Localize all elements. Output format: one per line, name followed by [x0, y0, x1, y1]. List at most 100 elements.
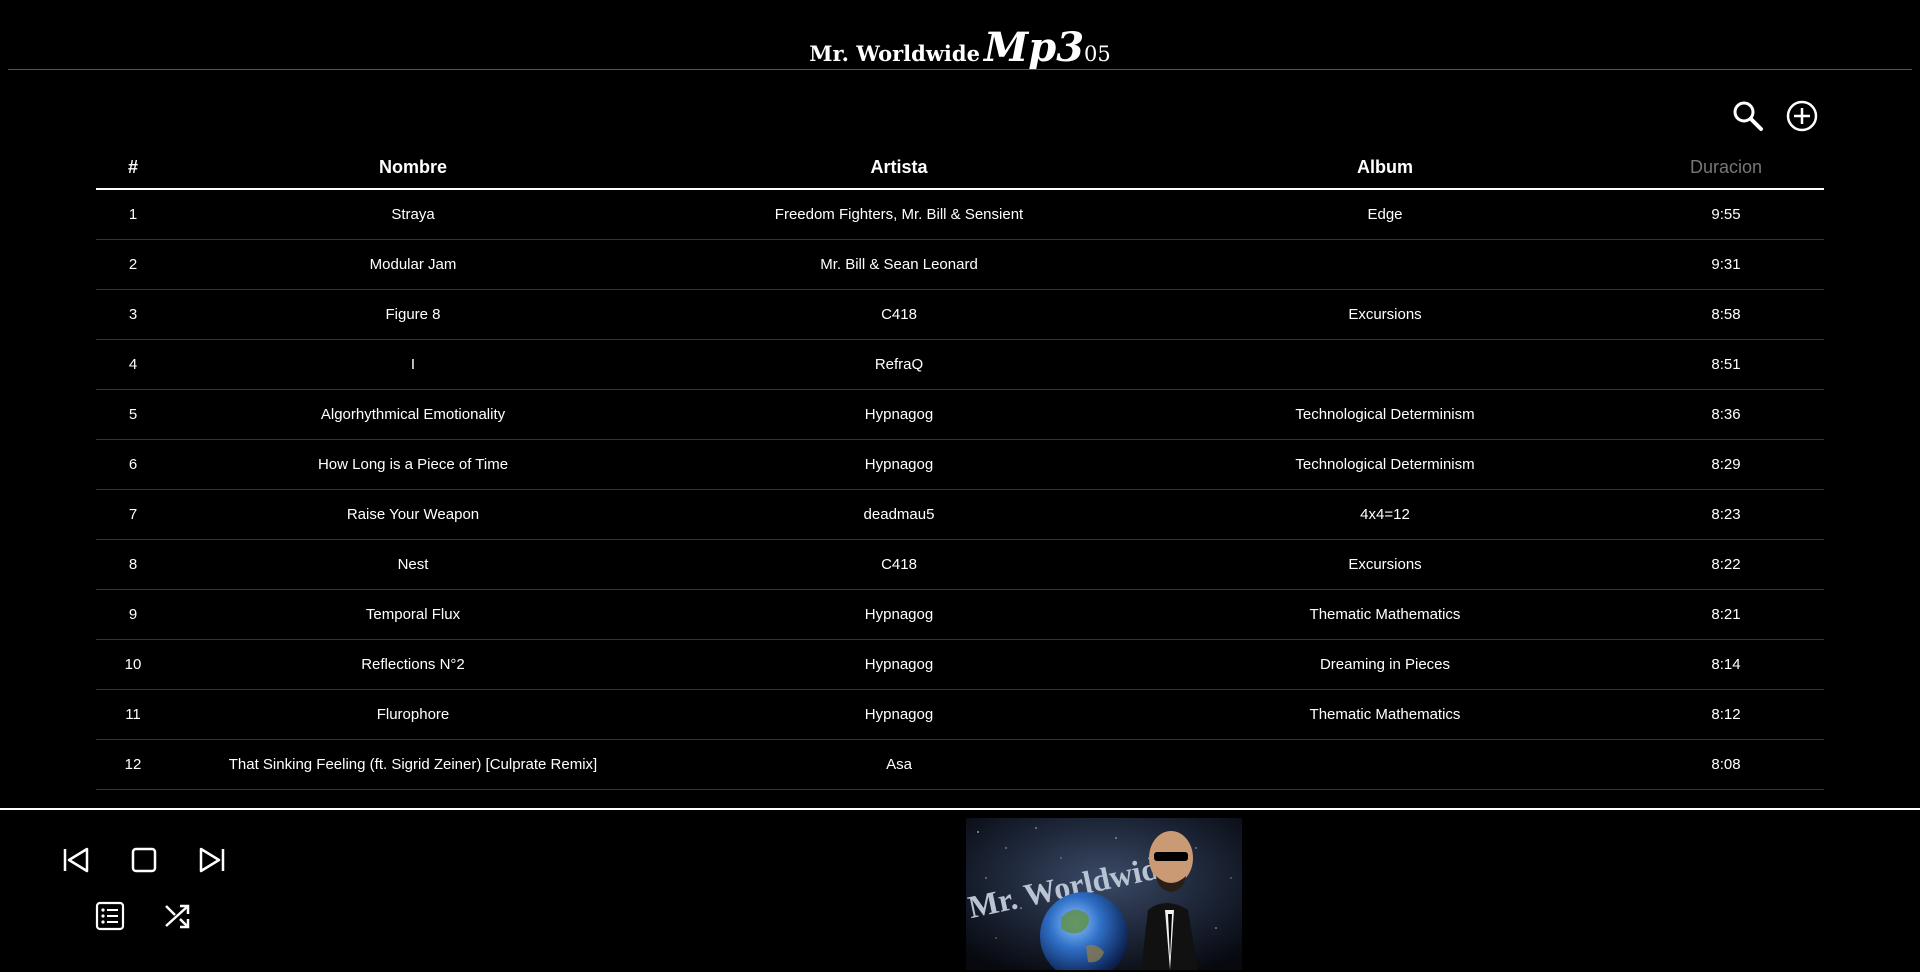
cell-artist: Hypnagog [656, 639, 1142, 690]
table-row[interactable]: 9 Temporal Flux Hypnagog Thematic Mathemati… [96, 589, 1824, 640]
playlist-button[interactable] [94, 900, 126, 932]
cell-name: Figure 8 [170, 289, 656, 340]
cell-duration: 8:12 [1628, 689, 1824, 740]
cell-name: Modular Jam [170, 239, 656, 290]
cell-name: Straya [170, 189, 656, 240]
table-row[interactable]: 12 That Sinking Feeling (ft. Sigrid Zeine… [96, 739, 1824, 790]
cell-artist: C418 [656, 539, 1142, 590]
cell-album: Excursions [1142, 539, 1628, 590]
cell-album: Thematic Mathematics [1142, 689, 1628, 740]
cell-album: 4x4=12 [1142, 489, 1628, 540]
cell-artist: Hypnagog [656, 689, 1142, 740]
column-header-album[interactable]: Album [1142, 146, 1628, 190]
playlist-icon [95, 901, 125, 931]
column-header-name[interactable]: Nombre [170, 146, 656, 190]
cell-number: 10 [96, 639, 170, 690]
skip-next-icon [199, 847, 225, 873]
cell-duration: 8:58 [1628, 289, 1824, 340]
previous-button[interactable] [60, 844, 92, 876]
cell-album: Excursions [1142, 289, 1628, 340]
search-icon [1733, 101, 1763, 131]
table-row[interactable]: 8 Nest C418 Excursions 8:22 [96, 539, 1824, 590]
table-row[interactable]: 5 Algorhythmical Emotionality Hypnagog Tech… [96, 389, 1824, 440]
cell-album: Technological Determinism [1142, 389, 1628, 440]
cell-number: 3 [96, 289, 170, 340]
search-button[interactable] [1730, 98, 1766, 134]
cell-artist: Hypnagog [656, 439, 1142, 490]
cell-name: Reflections N°2 [170, 639, 656, 690]
cell-duration: 8:29 [1628, 439, 1824, 490]
cell-artist: RefraQ [656, 339, 1142, 390]
table-row[interactable]: 10 Reflections N°2 Hypnagog Dreaming in Pie… [96, 639, 1824, 690]
cell-name: Algorhythmical Emotionality [170, 389, 656, 440]
cell-duration: 8:14 [1628, 639, 1824, 690]
table-row[interactable]: 11 Flurophore Hypnagog Thematic Mathematics… [96, 689, 1824, 740]
cell-duration: 8:22 [1628, 539, 1824, 590]
album-cover: Mr. Worldwide [966, 818, 1242, 970]
cell-artist: Freedom Fighters, Mr. Bill & Sensient [656, 189, 1142, 240]
table-row[interactable]: 6 How Long is a Piece of Time Hypnagog Tech… [96, 439, 1824, 490]
add-song-button[interactable] [1784, 98, 1820, 134]
cell-name: How Long is a Piece of Time [170, 439, 656, 490]
cell-artist: Hypnagog [656, 389, 1142, 440]
table-row[interactable]: 3 Figure 8 C418 Excursions 8:58 [96, 289, 1824, 340]
song-list: 1 Straya Freedom Fighters, Mr. Bill & Sens… [96, 189, 1824, 790]
song-table-container: # Nombre Artista Album Duracion 1 Straya F… [96, 146, 1824, 808]
stop-button[interactable] [128, 844, 160, 876]
next-button[interactable] [196, 844, 228, 876]
cell-name: Raise Your Weapon [170, 489, 656, 540]
cell-duration: 8:36 [1628, 389, 1824, 440]
cell-album [1142, 739, 1628, 790]
cell-duration: 9:31 [1628, 239, 1824, 290]
header-divider [8, 69, 1912, 70]
stop-icon [131, 847, 157, 873]
cell-number: 7 [96, 489, 170, 540]
cell-number: 2 [96, 239, 170, 290]
cell-album: Edge [1142, 189, 1628, 240]
shuffle-button[interactable] [162, 900, 194, 932]
cell-album: Dreaming in Pieces [1142, 639, 1628, 690]
table-row[interactable]: 4 I RefraQ 8:51 [96, 339, 1824, 390]
cell-album [1142, 339, 1628, 390]
cell-album: Thematic Mathematics [1142, 589, 1628, 640]
app-title: Mr. Worldwide Mp305 [0, 24, 1920, 71]
cell-number: 4 [96, 339, 170, 390]
table-row[interactable]: 2 Modular Jam Mr. Bill & Sean Leonard 9:31 [96, 239, 1824, 290]
cell-duration: 8:08 [1628, 739, 1824, 790]
cell-number: 6 [96, 439, 170, 490]
shuffle-icon [165, 904, 190, 929]
cell-duration: 9:55 [1628, 189, 1824, 240]
cell-artist: Asa [656, 739, 1142, 790]
cell-name: Temporal Flux [170, 589, 656, 640]
title-main: Mp3 [983, 24, 1085, 71]
column-header-duration[interactable]: Duracion [1628, 146, 1824, 190]
cell-duration: 8:23 [1628, 489, 1824, 540]
cell-album: Technological Determinism [1142, 439, 1628, 490]
column-header-number[interactable]: # [96, 146, 170, 190]
column-header-artist[interactable]: Artista [656, 146, 1142, 190]
cell-number: 11 [96, 689, 170, 740]
table-row[interactable]: 7 Raise Your Weapon deadmau5 4x4=12 8:23 [96, 489, 1824, 540]
skip-previous-icon [63, 847, 89, 873]
table-row[interactable]: 1 Straya Freedom Fighters, Mr. Bill & Sens… [96, 189, 1824, 240]
cell-album [1142, 239, 1628, 290]
cell-name: Nest [170, 539, 656, 590]
player-bar: Mr. Worldwide [0, 808, 1920, 972]
cell-name: I [170, 339, 656, 390]
song-table: # Nombre Artista Album Duracion 1 Straya F… [96, 146, 1824, 790]
table-toolbar [1730, 98, 1820, 136]
cell-number: 9 [96, 589, 170, 640]
cell-artist: deadmau5 [656, 489, 1142, 540]
title-prefix: Mr. Worldwide [809, 41, 980, 66]
cell-number: 12 [96, 739, 170, 790]
cell-number: 5 [96, 389, 170, 440]
app-header: Mr. Worldwide Mp305 [0, 0, 1920, 71]
cell-number: 1 [96, 189, 170, 240]
cell-duration: 8:21 [1628, 589, 1824, 640]
album-cover-art: Mr. Worldwide [966, 818, 1242, 970]
cell-duration: 8:51 [1628, 339, 1824, 390]
plus-circle-icon [1786, 100, 1818, 132]
cell-name: Flurophore [170, 689, 656, 740]
cell-artist: Hypnagog [656, 589, 1142, 640]
cell-artist: C418 [656, 289, 1142, 340]
